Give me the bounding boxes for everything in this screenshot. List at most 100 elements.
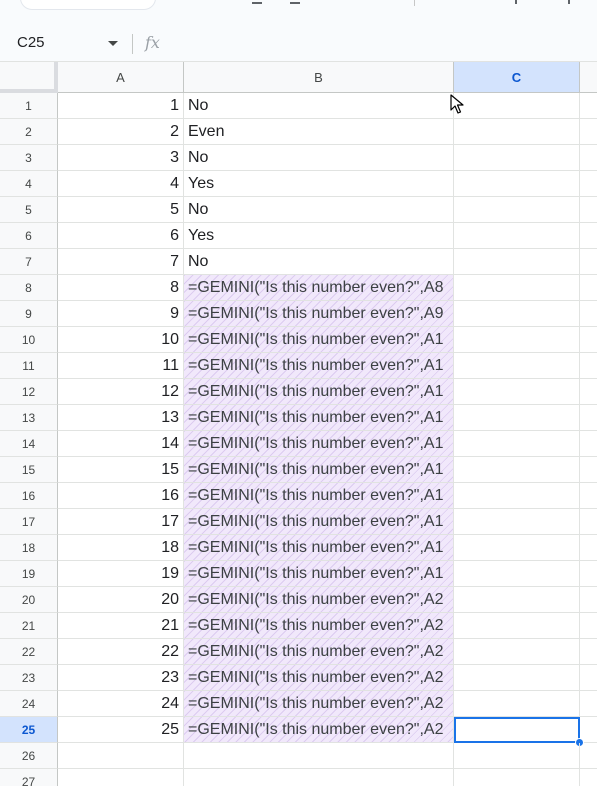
cell-d[interactable] [580, 353, 597, 379]
cell-a[interactable]: 25 [58, 717, 184, 743]
row-header[interactable]: 15 [0, 457, 58, 483]
row-header[interactable]: 5 [0, 197, 58, 223]
cell-d[interactable] [580, 535, 597, 561]
cell-b[interactable] [184, 743, 454, 769]
row-header[interactable]: 16 [0, 483, 58, 509]
row-header[interactable]: 12 [0, 379, 58, 405]
cell-c[interactable] [454, 509, 580, 535]
row-header[interactable]: 9 [0, 301, 58, 327]
row-header[interactable]: 23 [0, 665, 58, 691]
cell-c[interactable] [454, 145, 580, 171]
cell-b-formula[interactable]: =GEMINI("Is this number even?",A8 [184, 275, 454, 301]
cell-a[interactable]: 9 [58, 301, 184, 327]
row-header[interactable]: 24 [0, 691, 58, 717]
row-header[interactable]: 17 [0, 509, 58, 535]
cell-a[interactable]: 10 [58, 327, 184, 353]
cell-b[interactable]: No [184, 93, 454, 119]
cell-a[interactable]: 21 [58, 613, 184, 639]
cell-d[interactable] [580, 379, 597, 405]
cell-a[interactable]: 5 [58, 197, 184, 223]
row-header[interactable]: 13 [0, 405, 58, 431]
cell-d[interactable] [580, 691, 597, 717]
row-header[interactable]: 7 [0, 249, 58, 275]
cell-c[interactable] [454, 197, 580, 223]
cell-d[interactable] [580, 301, 597, 327]
cell-d[interactable] [580, 561, 597, 587]
cell-a[interactable]: 24 [58, 691, 184, 717]
cell-a[interactable]: 4 [58, 171, 184, 197]
cell-a[interactable] [58, 769, 184, 786]
cell-b-formula[interactable]: =GEMINI("Is this number even?",A2 [184, 717, 454, 743]
cell-b-formula[interactable]: =GEMINI("Is this number even?",A2 [184, 691, 454, 717]
cell-c[interactable] [454, 691, 580, 717]
cell-a[interactable]: 17 [58, 509, 184, 535]
cell-a[interactable] [58, 743, 184, 769]
cell-c[interactable] [454, 379, 580, 405]
cell-b-formula[interactable]: =GEMINI("Is this number even?",A2 [184, 587, 454, 613]
cell-d[interactable] [580, 405, 597, 431]
cell-c[interactable] [454, 93, 580, 119]
cell-d[interactable] [580, 613, 597, 639]
cell-c[interactable] [454, 613, 580, 639]
cell-b[interactable]: Yes [184, 223, 454, 249]
cell-c[interactable] [454, 639, 580, 665]
cell-a[interactable]: 2 [58, 119, 184, 145]
cell-b-formula[interactable]: =GEMINI("Is this number even?",A1 [184, 457, 454, 483]
cell-a[interactable]: 15 [58, 457, 184, 483]
cell-b-formula[interactable]: =GEMINI("Is this number even?",A1 [184, 509, 454, 535]
cell-c[interactable] [454, 743, 580, 769]
row-header[interactable]: 18 [0, 535, 58, 561]
cell-b-formula[interactable]: =GEMINI("Is this number even?",A2 [184, 613, 454, 639]
cell-d[interactable] [580, 509, 597, 535]
active-cell[interactable] [454, 717, 580, 743]
cell-b-formula[interactable]: =GEMINI("Is this number even?",A2 [184, 639, 454, 665]
row-header[interactable]: 10 [0, 327, 58, 353]
cell-d[interactable] [580, 457, 597, 483]
cell-d[interactable] [580, 665, 597, 691]
select-all-corner[interactable] [0, 62, 58, 93]
cell-a[interactable]: 11 [58, 353, 184, 379]
toolbar-icon[interactable] [560, 0, 570, 4]
cell-b-formula[interactable]: =GEMINI("Is this number even?",A1 [184, 535, 454, 561]
cell-c[interactable] [454, 431, 580, 457]
menu-search-pill[interactable] [20, 0, 156, 10]
cell-b-formula[interactable]: =GEMINI("Is this number even?",A1 [184, 353, 454, 379]
cell-a[interactable]: 1 [58, 93, 184, 119]
cell-d[interactable] [580, 249, 597, 275]
row-header[interactable]: 21 [0, 613, 58, 639]
column-header-d[interactable] [580, 62, 597, 93]
cell-c[interactable] [454, 327, 580, 353]
cell-c[interactable] [454, 249, 580, 275]
row-header[interactable]: 8 [0, 275, 58, 301]
row-header[interactable]: 26 [0, 743, 58, 769]
row-header[interactable]: 4 [0, 171, 58, 197]
cell-d[interactable] [580, 587, 597, 613]
cell-c[interactable] [454, 353, 580, 379]
cell-c[interactable] [454, 301, 580, 327]
row-header[interactable]: 2 [0, 119, 58, 145]
spreadsheet-grid[interactable]: A B C 1 1 No 2 2 Even 3 3 No 4 4 Yes 5 5 No 6 6 Yes 7 7 No 8 8… [0, 62, 597, 786]
cell-c[interactable] [454, 587, 580, 613]
cell-c[interactable] [454, 457, 580, 483]
cell-b-formula[interactable]: =GEMINI("Is this number even?",A9 [184, 301, 454, 327]
toolbar-icon[interactable] [290, 0, 300, 4]
cell-a[interactable]: 22 [58, 639, 184, 665]
row-header[interactable]: 27 [0, 769, 58, 786]
cell-a[interactable]: 12 [58, 379, 184, 405]
cell-a[interactable]: 19 [58, 561, 184, 587]
cell-b[interactable]: Even [184, 119, 454, 145]
row-header[interactable]: 3 [0, 145, 58, 171]
column-header-a[interactable]: A [58, 62, 184, 93]
cell-d[interactable] [580, 223, 597, 249]
cell-d[interactable] [580, 197, 597, 223]
toolbar-icon[interactable] [515, 0, 525, 4]
row-header[interactable]: 22 [0, 639, 58, 665]
cell-b-formula[interactable]: =GEMINI("Is this number even?",A1 [184, 405, 454, 431]
row-header[interactable]: 20 [0, 587, 58, 613]
cell-c[interactable] [454, 275, 580, 301]
cell-b-formula[interactable]: =GEMINI("Is this number even?",A1 [184, 483, 454, 509]
cell-d[interactable] [580, 743, 597, 769]
cell-b[interactable]: No [184, 145, 454, 171]
cell-c[interactable] [454, 561, 580, 587]
cell-a[interactable]: 14 [58, 431, 184, 457]
